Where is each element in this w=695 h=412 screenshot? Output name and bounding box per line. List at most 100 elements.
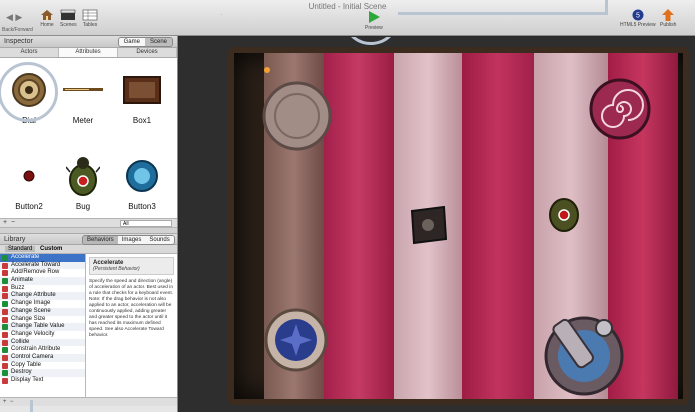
html5-preview-button[interactable]: 5 HTML5 Preview xyxy=(620,9,656,28)
callout-line xyxy=(398,12,608,15)
behavior-label: Change Attribute xyxy=(11,292,56,299)
button-blue-icon xyxy=(126,160,158,192)
behavior-badge-icon xyxy=(2,347,8,354)
actor-button2[interactable]: Button2 xyxy=(0,152,58,211)
subtab-custom[interactable]: Custom xyxy=(40,246,62,252)
actor-label: Meter xyxy=(72,116,94,125)
bug-actor-icon[interactable] xyxy=(546,193,582,233)
behavior-badge-icon xyxy=(2,354,8,361)
star-button-actor-icon[interactable] xyxy=(264,308,328,372)
actor-bug[interactable]: Bug xyxy=(54,152,112,211)
actor-meter[interactable]: Meter xyxy=(54,66,112,125)
behavior-label: Change Velocity xyxy=(11,330,55,337)
behavior-badge-icon xyxy=(2,362,8,369)
actor-filter[interactable]: All xyxy=(120,220,172,227)
behavior-item[interactable]: Buzz xyxy=(0,285,85,293)
preview-button[interactable]: Preview xyxy=(365,10,383,31)
actor-footer: + − All xyxy=(0,218,177,228)
actor-label: Button3 xyxy=(128,202,156,211)
add-remove-actor-buttons[interactable]: + − xyxy=(3,219,15,226)
actor-button3[interactable]: Button3 xyxy=(113,152,171,211)
behavior-item[interactable]: Change Size xyxy=(0,316,85,324)
add-remove-behavior-buttons[interactable]: + − xyxy=(3,399,13,405)
behavior-badge-icon xyxy=(2,270,8,277)
behavior-badge-icon xyxy=(2,370,8,377)
mode-scene[interactable]: Scene xyxy=(144,38,172,46)
behavior-badge-icon xyxy=(2,301,8,308)
behavior-item[interactable]: Change Attribute xyxy=(0,292,85,301)
behavior-label: Change Image xyxy=(11,300,51,307)
box-actor-icon[interactable] xyxy=(406,203,450,247)
behavior-item[interactable]: Display Text xyxy=(0,377,85,385)
game-scene-toggle[interactable]: Game Scene xyxy=(117,37,173,47)
inspector-title: Inspector xyxy=(4,38,33,45)
behavior-item[interactable]: Collide xyxy=(0,338,85,347)
tab-attributes[interactable]: Attributes xyxy=(59,48,118,57)
button-red-icon xyxy=(23,170,35,182)
tab-images[interactable]: Images xyxy=(117,236,146,244)
game-board[interactable] xyxy=(228,47,689,405)
behavior-item[interactable]: Copy Table xyxy=(0,362,85,370)
behavior-badge-icon xyxy=(2,339,8,346)
behavior-item[interactable]: Change Scene xyxy=(0,307,85,316)
behavior-label: Accelerate Toward xyxy=(11,261,61,268)
mode-game[interactable]: Game xyxy=(118,38,145,46)
actor-box1[interactable]: Box1 xyxy=(113,66,171,125)
behavior-description: Accelerate (Persistent Behavior) Specify… xyxy=(86,254,177,397)
meter-icon xyxy=(63,88,103,91)
publish-button[interactable]: Publish xyxy=(660,9,676,28)
tab-behaviors[interactable]: Behaviors xyxy=(83,236,118,244)
dial-actor-icon[interactable] xyxy=(262,81,332,151)
callout-line xyxy=(221,14,222,15)
behavior-item[interactable]: Constrain Attribute xyxy=(0,346,85,354)
behavior-badge-icon xyxy=(2,378,8,384)
behavior-list: Accelerate Accelerate Toward Add/Remove Ro… xyxy=(0,254,86,397)
inspector-header: Inspector Game Scene xyxy=(0,36,177,48)
behavior-badge-icon xyxy=(2,262,8,269)
bug-icon xyxy=(66,157,100,196)
behavior-item[interactable]: Control Camera xyxy=(0,353,85,362)
actor-label: Box1 xyxy=(132,116,152,125)
plank xyxy=(324,53,394,399)
library-title: Library xyxy=(4,236,26,243)
behavior-item[interactable]: Change Velocity xyxy=(0,331,85,339)
behavior-label: Animate xyxy=(11,277,34,284)
description-subtitle: (Persistent Behavior) xyxy=(93,266,140,272)
behavior-badge-icon xyxy=(2,278,8,285)
window-title: Untitled - Initial Scene xyxy=(308,2,387,11)
tables-button[interactable]: Tables xyxy=(82,9,98,28)
subtab-standard[interactable]: Standard xyxy=(5,246,36,252)
behavior-item[interactable]: Change Image xyxy=(0,300,85,308)
library-header: Library Behaviors Images Sounds xyxy=(0,234,177,245)
scene-editor[interactable] xyxy=(179,37,695,412)
behavior-item[interactable]: Change Table Value xyxy=(0,323,85,331)
behavior-label: Constrain Attribute xyxy=(11,346,61,353)
tab-devices[interactable]: Devices xyxy=(118,48,177,57)
tab-sounds[interactable]: Sounds xyxy=(145,236,174,244)
behavior-label: Change Table Value xyxy=(11,323,65,330)
cannon-actor-icon[interactable] xyxy=(534,298,634,398)
behavior-item[interactable]: Accelerate Toward xyxy=(0,261,85,270)
clapboard-icon xyxy=(61,9,76,20)
library-footer: + − xyxy=(0,397,177,406)
actor-label: Bug xyxy=(75,202,91,211)
behavior-label: Add/Remove Row xyxy=(11,269,60,276)
plank xyxy=(462,53,534,399)
behavior-label: Control Camera xyxy=(11,353,54,360)
back-forward-label: Back/Forward xyxy=(2,27,33,33)
svg-text:5: 5 xyxy=(636,13,640,20)
behavior-item[interactable]: Accelerate xyxy=(0,254,85,262)
scenes-button[interactable]: Scenes xyxy=(60,9,77,28)
dial-callout xyxy=(0,62,58,122)
behavior-item[interactable]: Destroy xyxy=(0,369,85,377)
home-button[interactable]: Home xyxy=(40,9,54,28)
spiral-actor-icon[interactable] xyxy=(589,78,651,140)
description-body: Specify the speed and direction (angle) … xyxy=(89,279,173,338)
behavior-badge-icon xyxy=(2,293,8,300)
library-tabs[interactable]: Behaviors Images Sounds xyxy=(82,235,175,245)
behavior-item[interactable]: Animate xyxy=(0,277,85,285)
behavior-label: Buzz xyxy=(11,284,25,291)
behavior-item[interactable]: Add/Remove Row xyxy=(0,269,85,277)
back-forward-arrows[interactable]: ◀ ▶ xyxy=(6,12,22,23)
tab-actors[interactable]: Actors xyxy=(0,48,59,57)
